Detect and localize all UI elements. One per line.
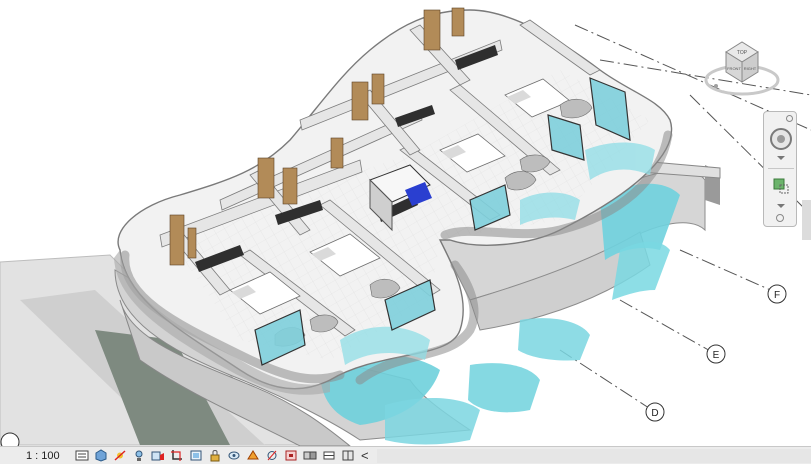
grid-marker-e-label: E [713,350,720,361]
view-scale[interactable]: 1 : 100 [0,450,72,462]
viewcube-front-label: FRONT [727,66,741,71]
grid-marker-e: E [706,344,726,364]
viewcube[interactable]: TOP FRONT RIGHT [702,30,782,102]
temporary-hide-isolate-icon[interactable] [224,448,243,464]
design-options-icon[interactable] [338,448,357,464]
grid-marker-f: F [767,284,787,304]
vertical-scrollbar[interactable] [802,200,811,240]
analytical-model-icon[interactable] [262,448,281,464]
3d-viewport[interactable]: F E D TOP FRONT RIGHT [0,0,811,446]
reveal-constraints-icon[interactable] [300,448,319,464]
grid-marker-f-label: F [774,290,780,301]
chevron-down-icon[interactable] [777,204,785,208]
rendering-icon[interactable] [148,448,167,464]
steering-wheel-icon[interactable] [770,128,792,150]
chevron-down-icon[interactable] [777,156,785,160]
visual-style-icon[interactable] [91,448,110,464]
sun-path-icon[interactable] [110,448,129,464]
navigation-bar[interactable] [763,111,797,227]
detail-level-icon[interactable] [72,448,91,464]
zoom-region-icon[interactable] [772,176,790,196]
crop-view-icon[interactable] [167,448,186,464]
worksharing-display-icon[interactable] [319,448,338,464]
highlight-displacement-icon[interactable] [281,448,300,464]
viewcube-right-label: RIGHT [744,66,757,71]
grid-marker-d-label: D [651,408,658,419]
close-navbar-icon[interactable] [786,115,793,122]
horizontal-scrollbar[interactable] [376,448,811,463]
navbar-divider [768,168,794,169]
navbar-options-icon[interactable] [776,214,784,222]
viewcube-top-label: TOP [737,50,748,56]
reveal-hidden-elements-icon[interactable] [243,448,262,464]
show-crop-region-icon[interactable] [186,448,205,464]
scroll-left-button[interactable]: < [361,448,369,463]
shadows-icon[interactable] [129,448,148,464]
building-model-3d-view[interactable]: F E D [0,0,811,446]
view-control-bar: 1 : 100 < [0,446,811,464]
grid-marker-d: D [645,402,665,422]
grid-marker-partial [0,432,20,446]
lock-3d-view-icon[interactable] [205,448,224,464]
